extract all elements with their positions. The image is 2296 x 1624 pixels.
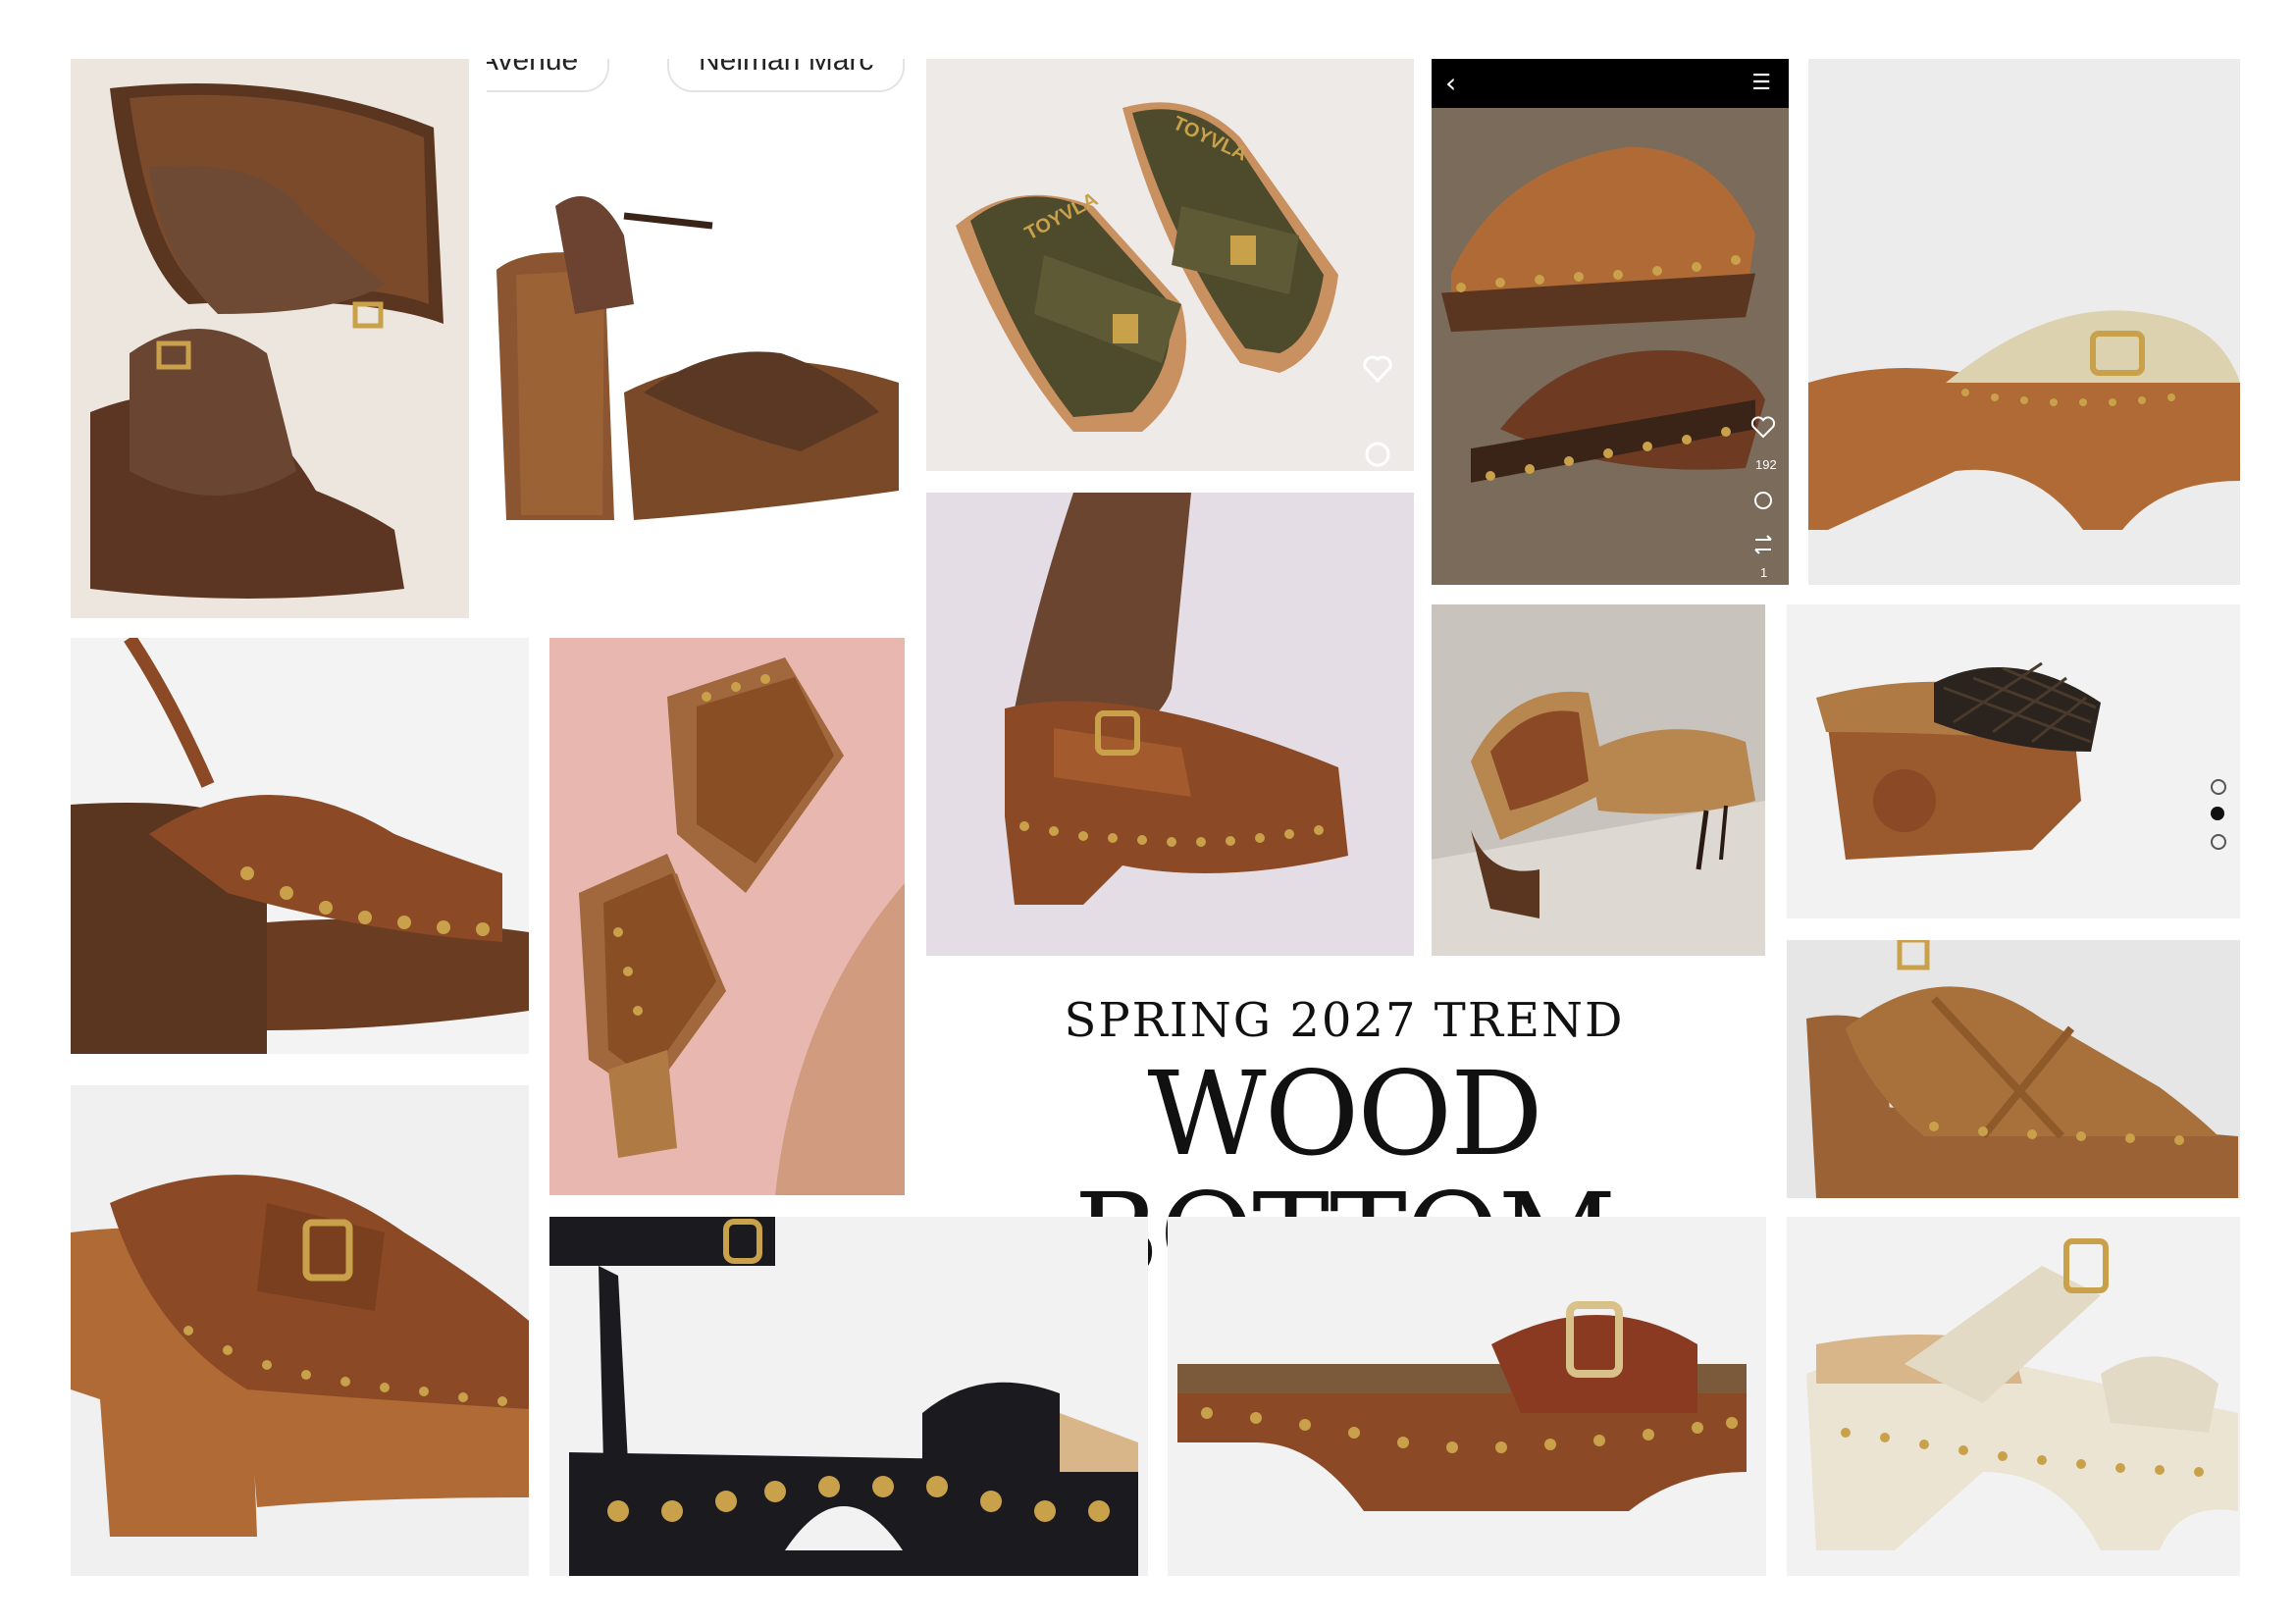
comment-icon <box>1754 492 1772 509</box>
shop-filter-chip[interactable]: Neiman Marc <box>667 59 906 92</box>
carousel-dot[interactable] <box>2211 834 2226 850</box>
repost-icon <box>1754 535 1772 554</box>
ochre-cross-strap-clog-photo <box>1787 940 2240 1198</box>
like-count: 192 <box>1755 457 1777 472</box>
carousel-dot[interactable] <box>2211 779 2226 795</box>
studded-mule-post: ‹ ☰ 192 1 <box>1432 59 1789 585</box>
wedge-sandals-photo <box>71 59 469 618</box>
cream-buckle-mule-photo <box>1808 59 2240 585</box>
stiletto-clog-mules-photo <box>1432 604 1765 956</box>
cream-strap-platform-photo <box>1787 1217 2240 1576</box>
olive-clog-slides-photo: TOYVLA TOYVLA <box>926 59 1414 471</box>
suede-clogs-pink-photo <box>549 638 905 1195</box>
carousel-dot-active[interactable] <box>2211 807 2224 820</box>
brown-buckle-slide-clog-photo <box>1168 1217 1766 1576</box>
cognac-buckle-clog-photo <box>71 1085 529 1576</box>
black-ankle-strap-clog-photo <box>549 1217 1148 1576</box>
moodboard-title-block: SPRING 2027 TREND WOOD BOTTOM <box>927 981 1761 1296</box>
runway-studded-platform-photo <box>926 493 1414 956</box>
repost-count: 1 <box>1760 565 1767 580</box>
woven-sphere-heel-mule-photo <box>1787 604 2240 918</box>
platform-knot-sandal-photo: Avenue Neiman Marc <box>487 59 909 618</box>
trend-subtitle: SPRING 2027 TREND <box>1064 993 1625 1048</box>
heart-icon[interactable] <box>1361 351 1394 385</box>
slingback-clog-photo <box>71 638 529 1054</box>
shop-filter-chip[interactable]: Avenue <box>487 59 610 92</box>
heart-icon <box>1750 416 1776 439</box>
comment-icon[interactable] <box>1363 440 1392 469</box>
